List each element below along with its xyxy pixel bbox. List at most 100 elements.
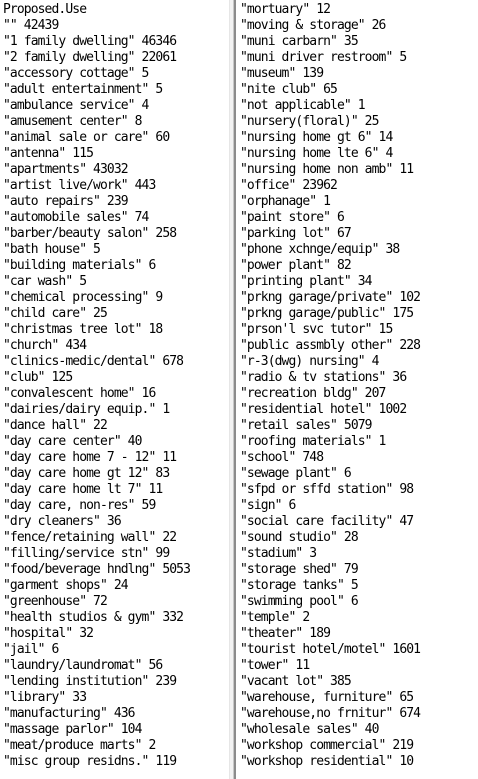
text-line: "library" 33 xyxy=(3,690,87,705)
text-line: "car wash" 5 xyxy=(3,274,87,289)
text-line: "warehouse, furniture" 65 xyxy=(240,690,414,705)
text-line: "adult entertainment" 5 xyxy=(3,82,163,97)
text-line: "filling/service stn" 99 xyxy=(3,546,170,561)
text-line: "" 42439 xyxy=(3,18,59,33)
right-text-pane[interactable]: "mortuary" 12 "moving & storage" 26 "muni … xyxy=(238,0,478,779)
text-line: "prkng garage/public" 175 xyxy=(240,306,414,321)
text-viewer: Proposed.Use "" 42439 "1 family dwelling" … xyxy=(0,0,478,779)
text-line: "christmas tree lot" 18 xyxy=(3,322,163,337)
text-line: "barber/beauty salon" 258 xyxy=(3,226,177,241)
text-line: "laundry/laundromat" 56 xyxy=(3,658,163,673)
text-line: "storage shed" 79 xyxy=(240,562,359,577)
text-line: "misc group residns." 119 xyxy=(3,754,177,769)
text-line: "temple" 2 xyxy=(240,610,310,625)
text-line: "automobile sales" 74 xyxy=(3,210,149,225)
pane-splitter[interactable] xyxy=(229,0,236,779)
text-line: "amusement center" 8 xyxy=(3,114,142,129)
text-line: "prkng garage/private" 102 xyxy=(240,290,421,305)
text-line: "health studios & gym" 332 xyxy=(3,610,184,625)
text-line: "fence/retaining wall" 22 xyxy=(3,530,177,545)
text-line: "parking lot" 67 xyxy=(240,226,352,241)
text-line: "phone xchnge/equip" 38 xyxy=(240,242,400,257)
text-line: "1 family dwelling" 46346 xyxy=(3,34,177,49)
text-line: "artist live/work" 443 xyxy=(3,178,156,193)
text-line: "muni driver restroom" 5 xyxy=(240,50,407,65)
text-line: "school" 748 xyxy=(240,450,324,465)
text-line: "convalescent home" 16 xyxy=(3,386,156,401)
text-line: "power plant" 82 xyxy=(240,258,352,273)
text-line: "not applicable" 1 xyxy=(240,98,366,113)
text-line: "dairies/dairy equip." 1 xyxy=(3,402,170,417)
text-line: "sign" 6 xyxy=(240,498,296,513)
text-line: "nursing home non amb" 11 xyxy=(240,162,414,177)
text-line: "tourist hotel/motel" 1601 xyxy=(240,642,421,657)
text-line: "dance hall" 22 xyxy=(3,418,108,433)
text-line: "roofing materials" 1 xyxy=(240,434,386,449)
text-line: "r-3(dwg) nursing" 4 xyxy=(240,354,379,369)
text-line: "greenhouse" 72 xyxy=(3,594,108,609)
text-line: "lending institution" 239 xyxy=(3,674,177,689)
text-line: "child care" 25 xyxy=(3,306,108,321)
text-line: "sound studio" 28 xyxy=(240,530,359,545)
text-line: "food/beverage hndlng" 5053 xyxy=(3,562,191,577)
text-line: "prson'l svc tutor" 15 xyxy=(240,322,393,337)
text-line: "stadium" 3 xyxy=(240,546,317,561)
left-text-pane[interactable]: Proposed.Use "" 42439 "1 family dwelling" … xyxy=(0,0,229,779)
text-line: "animal sale or care" 60 xyxy=(3,130,170,145)
text-line: "nite club" 65 xyxy=(240,82,338,97)
text-line: "radio & tv stations" 36 xyxy=(240,370,407,385)
text-line: "retail sales" 5079 xyxy=(240,418,373,433)
text-line: "museum" 139 xyxy=(240,66,324,81)
text-line: "wholesale sales" 40 xyxy=(240,722,379,737)
text-line: "workshop commercial" 219 xyxy=(240,738,414,753)
text-line: "club" 125 xyxy=(3,370,73,385)
text-line: "meat/produce marts" 2 xyxy=(3,738,156,753)
text-line: "bath house" 5 xyxy=(3,242,101,257)
text-line: "2 family dwelling" 22061 xyxy=(3,50,177,65)
text-line: "office" 23962 xyxy=(240,178,338,193)
text-line: "nursing home gt 6" 14 xyxy=(240,130,393,145)
text-line: "public assmbly other" 228 xyxy=(240,338,421,353)
text-line: "social care facility" 47 xyxy=(240,514,414,529)
text-line: "accessory cottage" 5 xyxy=(3,66,149,81)
text-line: "day care home 7 - 12" 11 xyxy=(3,450,177,465)
text-line: "orphanage" 1 xyxy=(240,194,331,209)
text-line: "residential hotel" 1002 xyxy=(240,402,407,417)
text-line: "ambulance service" 4 xyxy=(3,98,149,113)
text-line: "mortuary" 12 xyxy=(240,2,331,17)
text-line: "garment shops" 24 xyxy=(3,578,129,593)
text-line: "warehouse,no frnitur" 674 xyxy=(240,706,421,721)
right-line-list: "mortuary" 12 "moving & storage" 26 "muni … xyxy=(240,2,478,770)
text-line: "workshop residential" 10 xyxy=(240,754,414,769)
text-line: "muni carbarn" 35 xyxy=(240,34,359,49)
text-line: "church" 434 xyxy=(3,338,87,353)
text-line: "auto repairs" 239 xyxy=(3,194,129,209)
text-line: "moving & storage" 26 xyxy=(240,18,386,33)
left-line-list: Proposed.Use "" 42439 "1 family dwelling" … xyxy=(3,2,229,770)
text-line: "building materials" 6 xyxy=(3,258,156,273)
text-line: "antenna" 115 xyxy=(3,146,94,161)
text-line: "day care center" 40 xyxy=(3,434,142,449)
text-line: "vacant lot" 385 xyxy=(240,674,352,689)
text-line: "jail" 6 xyxy=(3,642,59,657)
text-line: "dry cleaners" 36 xyxy=(3,514,122,529)
text-line: "nursery(floral)" 25 xyxy=(240,114,379,129)
text-line: "apartments" 43032 xyxy=(3,162,129,177)
text-line: "swimming pool" 6 xyxy=(240,594,359,609)
text-line: "recreation bldg" 207 xyxy=(240,386,386,401)
text-line: "printing plant" 34 xyxy=(240,274,373,289)
text-line: "sfpd or sffd station" 98 xyxy=(240,482,414,497)
text-line: "storage tanks" 5 xyxy=(240,578,359,593)
text-line: "nursing home lte 6" 4 xyxy=(240,146,393,161)
text-line: "paint store" 6 xyxy=(240,210,345,225)
text-line: "tower" 11 xyxy=(240,658,310,673)
text-line: "day care home lt 7" 11 xyxy=(3,482,163,497)
text-line: "hospital" 32 xyxy=(3,626,94,641)
text-line: "sewage plant" 6 xyxy=(240,466,352,481)
text-line: "theater" 189 xyxy=(240,626,331,641)
text-line: "massage parlor" 104 xyxy=(3,722,142,737)
text-line: "chemical processing" 9 xyxy=(3,290,163,305)
text-line: "clinics-medic/dental" 678 xyxy=(3,354,184,369)
text-line: "day care home gt 12" 83 xyxy=(3,466,170,481)
text-line: "manufacturing" 436 xyxy=(3,706,136,721)
